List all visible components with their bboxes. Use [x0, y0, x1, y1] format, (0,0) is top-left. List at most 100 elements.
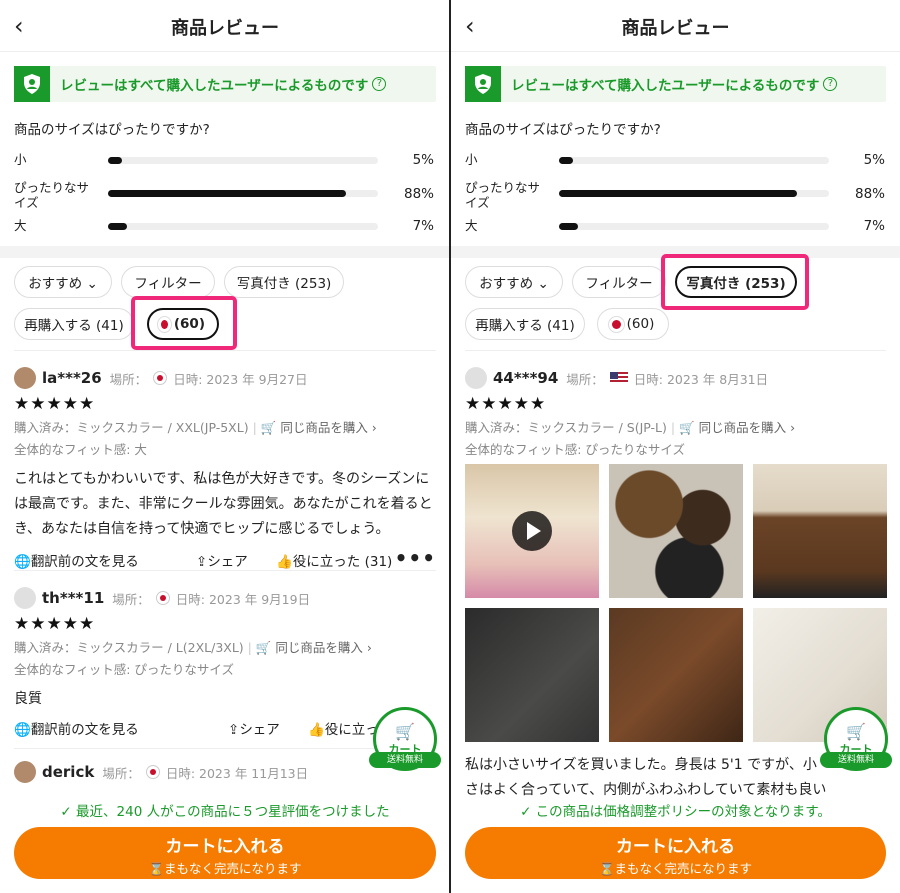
- page-title: 商品レビュー: [171, 18, 279, 39]
- section-divider: [451, 246, 900, 258]
- translate-label: 翻訳前の文を見る: [30, 554, 139, 570]
- japan-filter-chip[interactable]: (60): [147, 308, 219, 340]
- left-screen: ‹ 商品レビュー レビューはすべて購入したユーザーによるものです ? 商品のサイ…: [0, 0, 450, 893]
- cta-sublabel: ⌛まもなく完売になります: [465, 858, 886, 877]
- location-label: 場所：: [112, 591, 150, 607]
- fit-bar-fill: [108, 157, 122, 164]
- divider: [14, 570, 436, 571]
- share-button[interactable]: ⇪シェア: [196, 550, 248, 570]
- overall-fit: 全体的なフィット感: ぴったりなサイズ: [14, 662, 235, 677]
- filter-chip[interactable]: フィルター: [121, 266, 215, 298]
- translate-link[interactable]: 🌐翻訳前の文を見る: [14, 718, 139, 738]
- reviewer-name: la***26: [42, 369, 102, 387]
- globe-icon: 🌐: [14, 554, 31, 570]
- photos-chip[interactable]: 写真付き (253): [224, 266, 344, 298]
- add-to-cart-button[interactable]: カートに入れる ⌛まもなく完売になります: [14, 827, 436, 879]
- help-icon[interactable]: ?: [823, 77, 838, 91]
- location-label: 場所：: [102, 765, 140, 781]
- location-label: 場所：: [566, 371, 604, 387]
- fit-label: 大: [14, 218, 27, 233]
- review-date: 日時: 2023 年 11月13日: [165, 765, 309, 781]
- review-photo[interactable]: [753, 464, 887, 598]
- fit-row-large: 大 7%: [465, 212, 900, 240]
- fit-percent: 7%: [863, 218, 885, 234]
- filter-chip[interactable]: フィルター: [572, 266, 666, 298]
- cta-label: カートに入れる: [165, 837, 285, 857]
- add-to-cart-button[interactable]: カートに入れる ⌛まもなく完売になります: [465, 827, 886, 879]
- purchased-variant: 購入済み：ミックスカラー / XXL(JP-5XL): [14, 420, 249, 435]
- banner-text: レビューはすべて購入したユーザーによるものです: [60, 78, 369, 94]
- fit-label: 大: [465, 218, 478, 233]
- review-card: 44***94 場所： 日時: 2023 年 8月31日 ★★★★★ 購入済み：…: [465, 366, 886, 461]
- fit-bar-fill: [559, 190, 797, 197]
- same-item-link[interactable]: 同じ商品を購入 ›: [699, 420, 795, 435]
- review-photo[interactable]: [609, 608, 743, 742]
- same-item-link[interactable]: 同じ商品を購入 ›: [280, 420, 376, 435]
- same-item-link[interactable]: 同じ商品を購入 ›: [275, 640, 371, 655]
- overall-fit: 全体的なフィット感: ぴったりなサイズ: [465, 442, 686, 457]
- purchased-variant: 購入済み：ミックスカラー / L(2XL/3XL): [14, 640, 244, 655]
- fit-bar: [559, 223, 829, 230]
- cta-sub-text: まもなく完売になります: [614, 861, 753, 876]
- translate-link[interactable]: 🌐翻訳前の文を見る: [14, 550, 139, 570]
- avatar: [14, 587, 36, 609]
- fit-bar: [108, 223, 378, 230]
- share-icon: ⇪: [196, 554, 208, 570]
- thumbs-up-icon: 👍: [276, 554, 293, 570]
- purchase-info: 購入済み：ミックスカラー / S(JP-L) | 🛒 同じ商品を購入 ›: [465, 420, 796, 435]
- fit-bar-fill: [559, 157, 573, 164]
- verified-banner: レビューはすべて購入したユーザーによるものです ?: [465, 66, 886, 102]
- fit-label: ぴったりなサイズ: [14, 180, 90, 210]
- photos-chip[interactable]: 写真付き (253): [675, 266, 797, 298]
- hourglass-icon: ⌛: [148, 861, 165, 876]
- share-button[interactable]: ⇪シェア: [228, 718, 280, 738]
- star-rating: ★★★★★: [465, 394, 547, 414]
- cart-small-icon: 🛒: [260, 420, 277, 435]
- fit-bar: [559, 190, 829, 197]
- help-icon[interactable]: ?: [372, 77, 387, 91]
- avatar: [14, 761, 36, 783]
- fit-bar-fill: [108, 223, 127, 230]
- review-photo[interactable]: [465, 608, 599, 742]
- fit-percent: 5%: [412, 152, 434, 168]
- cart-small-icon: 🛒: [255, 640, 272, 655]
- verified-banner: レビューはすべて購入したユーザーによるものです ?: [14, 66, 436, 102]
- sort-chip[interactable]: おすすめ ⌄: [465, 266, 563, 298]
- purchase-info: 購入済み：ミックスカラー / XXL(JP-5XL) | 🛒 同じ商品を購入 ›: [14, 420, 377, 435]
- repurchase-chip[interactable]: 再購入する (41): [14, 308, 134, 340]
- country-count: (60): [173, 316, 205, 332]
- review-date: 日時: 2023 年 9月27日: [173, 371, 308, 387]
- star-rating: ★★★★★: [14, 394, 96, 414]
- cart-icon: 🛒: [846, 721, 866, 741]
- header: ‹ 商品レビュー: [451, 0, 900, 52]
- sort-chip[interactable]: おすすめ ⌄: [14, 266, 112, 298]
- right-screen: ‹ 商品レビュー レビューはすべて購入したユーザーによるものです ? 商品のサイ…: [451, 0, 900, 893]
- page-title: 商品レビュー: [621, 18, 730, 39]
- divider: [14, 350, 436, 351]
- cta-label: カートに入れる: [616, 837, 735, 857]
- review-text: 良質: [14, 691, 42, 707]
- purchase-info: 購入済み：ミックスカラー / L(2XL/3XL) | 🛒 同じ商品を購入 ›: [14, 640, 372, 655]
- fit-row-large: 大 7%: [14, 212, 450, 240]
- repurchase-chip[interactable]: 再購入する (41): [465, 308, 585, 340]
- helpful-button[interactable]: 👍役に立った (31): [276, 550, 392, 570]
- bottom-notice: ✓ この商品は価格調整ポリシーの対象となります。: [451, 797, 900, 827]
- more-icon[interactable]: •••: [395, 546, 436, 570]
- review-date: 日時: 2023 年 9月19日: [175, 591, 311, 607]
- japan-filter-chip[interactable]: (60): [597, 308, 669, 340]
- purchased-variant: 購入済み：ミックスカラー / S(JP-L): [465, 420, 667, 435]
- shield-user-icon: [14, 66, 50, 102]
- fit-percent: 88%: [854, 186, 885, 202]
- play-icon: [512, 511, 552, 551]
- cart-small-icon: 🛒: [679, 420, 695, 435]
- free-shipping-tag: 送料無料: [369, 752, 441, 768]
- section-divider: [0, 246, 450, 258]
- divider: [14, 748, 436, 749]
- avatar: [14, 367, 36, 389]
- fit-percent: 5%: [863, 152, 885, 168]
- review-card: th***11 場所： 日時: 2023 年 9月19日 ★★★★★ 購入済み：…: [14, 586, 436, 742]
- review-video-thumbnail[interactable]: [465, 464, 599, 598]
- review-date: 日時: 2023 年 8月31日: [633, 371, 769, 387]
- japan-flag-icon: [611, 319, 621, 329]
- review-photo[interactable]: [609, 464, 743, 598]
